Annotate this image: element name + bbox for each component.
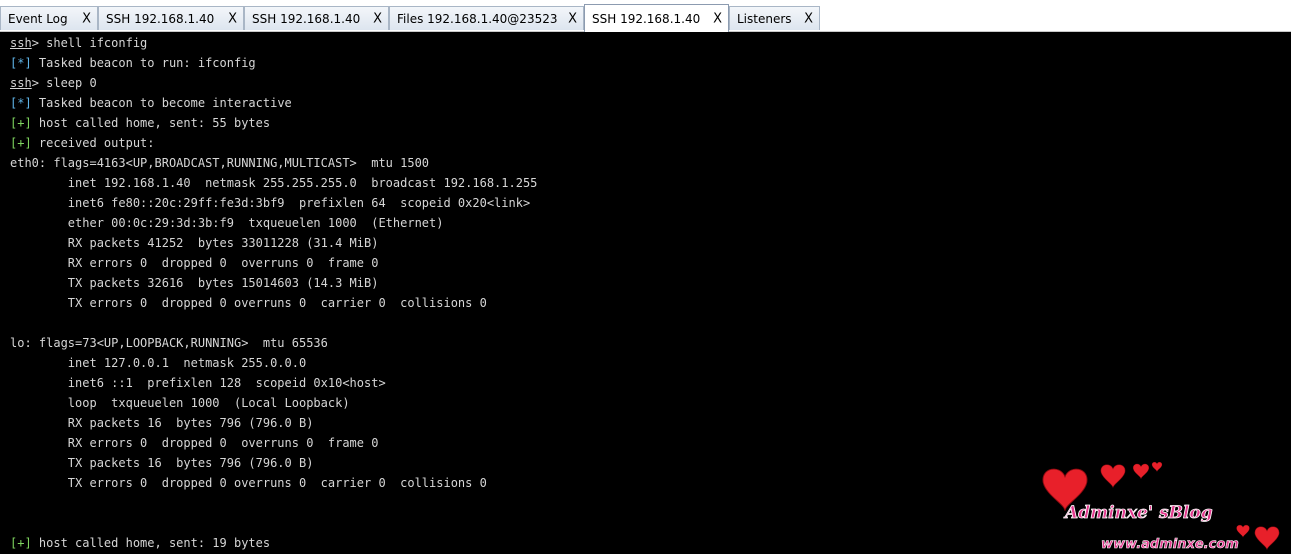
watermark-url: www.adminxe.com [1101,537,1239,552]
output-line: RX errors 0 dropped 0 overruns 0 frame 0 [10,256,379,270]
watermark-title: Adminxe' sBlog [1063,503,1213,523]
message-text: received output: [31,136,155,150]
output-line: TX errors 0 dropped 0 overruns 0 carrier… [10,296,487,310]
heart-icon: Adminxe' sBlog www.adminxe.com [1042,461,1280,552]
close-icon[interactable]: X [373,11,382,26]
tab-event-log[interactable]: Event Log X [0,6,98,30]
output-line: RX packets 16 bytes 796 (796.0 B) [10,416,314,430]
output-line: RX packets 41252 bytes 33011228 (31.4 Mi… [10,236,379,250]
tab-label: SSH 192.168.1.40 [592,11,701,26]
command-text: > sleep 0 [31,76,97,90]
success-marker: [+] [10,136,32,150]
message-text: host called home, sent: 55 bytes [31,116,271,130]
console-line: ssh> shell ifconfig [10,33,147,53]
output-line: loop txqueuelen 1000 (Local Loopback) [10,396,350,410]
output-line: ether 00:0c:29:3d:3b:f9 txqueuelen 1000 … [10,216,444,230]
console-line: ssh> sleep 0 [10,73,97,93]
command-text: > shell ifconfig [31,36,148,50]
output-line: inet 192.168.1.40 netmask 255.255.255.0 … [10,176,538,190]
tab-bar: Event Log X SSH 192.168.1.40 X SSH 192.1… [0,0,1291,32]
tab-ssh-2[interactable]: SSH 192.168.1.40 X [244,6,389,30]
info-marker: [*] [10,96,32,110]
output-line: TX packets 32616 bytes 15014603 (14.3 Mi… [10,276,379,290]
console-line: [+] host called home, sent: 19 bytes [10,533,270,553]
close-icon[interactable]: X [228,11,237,26]
tab-files[interactable]: Files 192.168.1.40@23523 X [389,6,584,30]
close-icon[interactable]: X [568,11,577,26]
output-line: inet 127.0.0.1 netmask 255.0.0.0 [10,356,307,370]
tab-ssh-1[interactable]: SSH 192.168.1.40 X [98,6,244,30]
info-marker: [*] [10,56,32,70]
blog-watermark: Adminxe' sBlog www.adminxe.com [1031,458,1291,554]
output-line: eth0: flags=4163<UP,BROADCAST,RUNNING,MU… [10,156,430,170]
output-line: RX errors 0 dropped 0 overruns 0 frame 0 [10,436,379,450]
output-line: inet6 fe80::20c:29ff:fe3d:3bf9 prefixlen… [10,196,531,210]
close-icon[interactable]: X [82,11,91,26]
tab-label: Listeners [737,11,792,26]
success-marker: [+] [10,116,32,130]
tab-label: Event Log [8,11,68,26]
output-line: inet6 ::1 prefixlen 128 scopeid 0x10<hos… [10,376,386,390]
output-line: TX packets 16 bytes 796 (796.0 B) [10,456,314,470]
console-line: [+] received output: [10,133,155,153]
beacon-console-window: Event Log X SSH 192.168.1.40 X SSH 192.1… [0,0,1291,554]
tab-ssh-active[interactable]: SSH 192.168.1.40 X [584,4,729,32]
tab-label: Files 192.168.1.40@23523 [397,11,558,26]
success-marker: [+] [10,536,32,550]
message-text: host called home, sent: 19 bytes [31,536,271,550]
console-line: [*] Tasked beacon to run: ifconfig [10,53,256,73]
console-line: [*] Tasked beacon to become interactive [10,93,292,113]
prompt: ssh [10,76,32,90]
message-text: Tasked beacon to run: ifconfig [31,56,256,70]
prompt: ssh [10,36,32,50]
tab-label: SSH 192.168.1.40 [106,11,215,26]
tab-listeners[interactable]: Listeners X [729,6,820,30]
close-icon[interactable]: X [804,11,813,26]
output-line: TX errors 0 dropped 0 overruns 0 carrier… [10,476,487,490]
console-line: [+] host called home, sent: 55 bytes [10,113,270,133]
close-icon[interactable]: X [713,11,722,26]
tab-label: SSH 192.168.1.40 [252,11,361,26]
output-line: lo: flags=73<UP,LOOPBACK,RUNNING> mtu 65… [10,336,328,350]
message-text: Tasked beacon to become interactive [31,96,292,110]
